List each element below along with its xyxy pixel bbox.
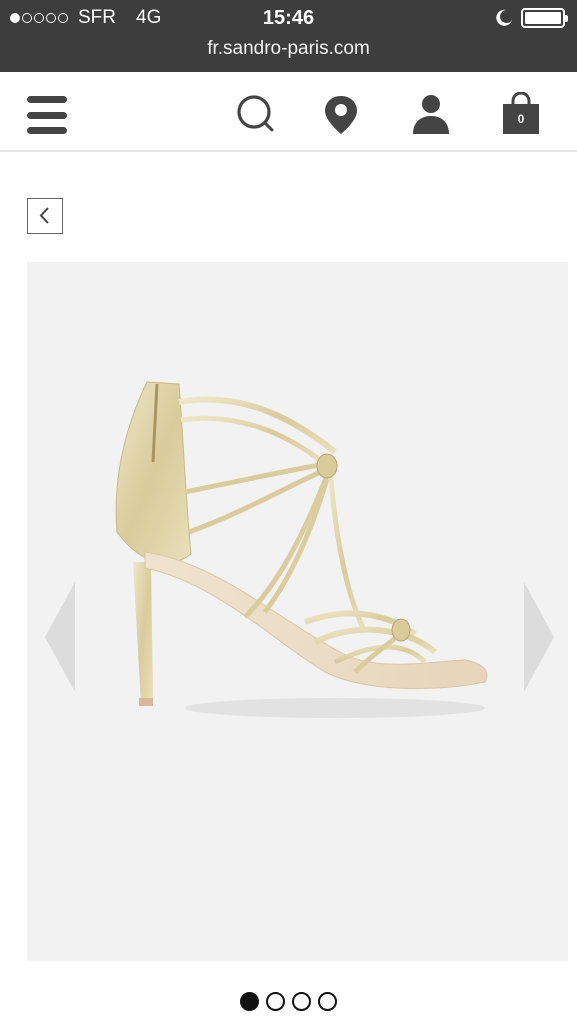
store-locator-pin-icon[interactable]: [319, 92, 363, 136]
pagination-dot-active[interactable]: [240, 992, 259, 1011]
search-icon[interactable]: [234, 92, 278, 136]
battery-icon: [521, 8, 568, 28]
address-bar[interactable]: fr.sandro-paris.com: [0, 38, 577, 60]
product-image: [115, 381, 488, 718]
chevron-left-icon: [39, 207, 49, 224]
menu-bar: [27, 127, 67, 134]
menu-bar: [27, 96, 67, 103]
pagination-dot[interactable]: [292, 992, 311, 1011]
pagination-dot[interactable]: [266, 992, 285, 1011]
prev-image-button[interactable]: [45, 582, 79, 692]
battery-level: [525, 12, 561, 24]
site-header: 0: [0, 72, 577, 152]
moon-icon: [496, 9, 512, 26]
next-image-button[interactable]: [520, 582, 554, 692]
pagination-dot[interactable]: [318, 992, 337, 1011]
account-icon[interactable]: [409, 92, 453, 136]
status-bar: SFR 4G 15:46 fr.sandro-paris.com: [0, 0, 577, 72]
cart-count: 0: [517, 112, 525, 126]
back-button[interactable]: [27, 198, 63, 234]
status-right: [495, 8, 568, 28]
image-pagination: [0, 992, 577, 1011]
product-image-gallery[interactable]: [27, 262, 568, 961]
status-time: 15:46: [262, 7, 315, 29]
menu-bar: [27, 111, 67, 119]
shopping-bag-icon[interactable]: 0: [499, 91, 543, 136]
hamburger-menu-icon[interactable]: [27, 96, 67, 134]
